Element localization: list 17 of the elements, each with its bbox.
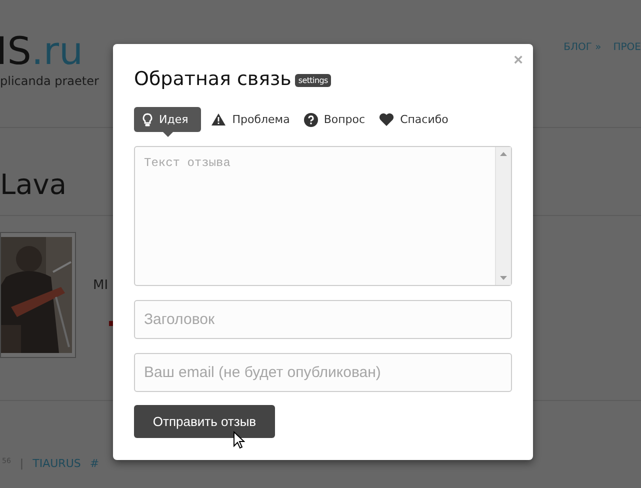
scrollbar[interactable]: [495, 147, 511, 286]
heart-icon: [379, 113, 394, 126]
settings-badge: settings: [295, 74, 331, 87]
scroll-down-icon[interactable]: [500, 276, 507, 280]
warning-icon: [211, 113, 226, 126]
scroll-up-icon[interactable]: [500, 152, 507, 156]
message-field[interactable]: Текст отзыва: [134, 146, 512, 286]
tab-pointer-icon: [162, 132, 173, 137]
dialog-title: Обратная связь: [134, 68, 292, 90]
lightbulb-icon: [142, 112, 153, 126]
caption-text: MI: [93, 278, 110, 293]
cursor-icon: [233, 431, 245, 450]
subject-field[interactable]: Заголовок: [134, 300, 512, 340]
separator-text: |: [20, 457, 24, 470]
site-tagline: plicanda praeter: [0, 74, 99, 88]
question-icon: [304, 112, 318, 126]
email-field[interactable]: Ваш email (не будет опубликован): [134, 353, 512, 392]
